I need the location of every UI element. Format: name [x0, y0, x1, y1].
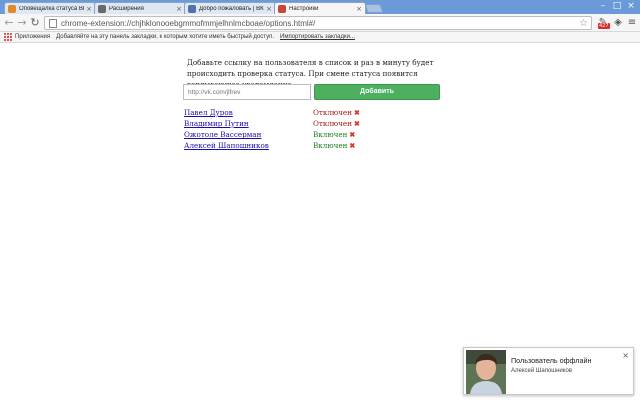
- vk-icon: [188, 4, 196, 13]
- browser-toolbar: ← → ↻ chrome-extension://chjhklonooebgmm…: [0, 14, 640, 32]
- back-icon[interactable]: ←: [2, 16, 16, 30]
- puzzle-icon: [98, 4, 106, 13]
- address-bar[interactable]: chrome-extension://chjhklonooebgmmofmmje…: [44, 16, 592, 30]
- reload-icon[interactable]: ↻: [28, 16, 42, 30]
- new-tab-button[interactable]: [364, 4, 384, 13]
- close-icon[interactable]: ×: [266, 5, 272, 13]
- tab-vk-welcome[interactable]: Добро пожаловать | ВКон ×: [184, 2, 276, 14]
- tab-favicon: [8, 4, 16, 13]
- user-link[interactable]: Алексей Шапошников: [184, 141, 269, 150]
- user-list: Павел Дуров Отключен ✖ Владимир Путин Отк…: [184, 108, 384, 152]
- profile-url-input[interactable]: [183, 84, 311, 100]
- close-icon[interactable]: ×: [176, 5, 182, 13]
- list-item: Павел Дуров Отключен ✖: [184, 108, 384, 119]
- user-link[interactable]: Владимир Путин: [184, 119, 249, 128]
- avatar-photo: [466, 350, 506, 394]
- page-icon: [49, 18, 57, 28]
- list-item: Ожотоле Вассерман Включен ✖: [184, 130, 384, 141]
- forward-icon[interactable]: →: [15, 16, 29, 30]
- status-label: Включен ✖: [313, 141, 355, 150]
- url-text[interactable]: chrome-extension://chjhklonooebgmmofmmje…: [61, 19, 579, 28]
- user-link[interactable]: Павел Дуров: [184, 108, 233, 117]
- status-label: Отключен ✖: [313, 108, 360, 117]
- tab-extensions[interactable]: Расширения ×: [94, 2, 186, 14]
- import-bookmarks-link[interactable]: Импортировать закладки...: [280, 34, 355, 40]
- bookmarks-bar: Приложения Добавляйте на эту панель закл…: [0, 32, 640, 43]
- close-icon[interactable]: ×: [356, 5, 362, 13]
- status-text: Отключен: [313, 108, 352, 117]
- remove-icon[interactable]: ✖: [354, 108, 360, 117]
- add-user-form: Добавить: [183, 84, 440, 100]
- status-text: Включен: [313, 130, 348, 139]
- status-text: Включен: [313, 141, 348, 150]
- status-label: Отключен ✖: [313, 119, 360, 128]
- maximize-icon[interactable]: □: [610, 0, 624, 12]
- close-icon[interactable]: ×: [86, 5, 92, 13]
- bookmark-star-icon[interactable]: ☆: [579, 18, 588, 29]
- menu-icon[interactable]: ≡: [626, 17, 638, 29]
- tab-title: Расширения: [109, 5, 144, 12]
- avatar: [466, 350, 506, 394]
- remove-icon[interactable]: ✖: [349, 141, 355, 150]
- settings-icon: [278, 4, 286, 13]
- apps-link[interactable]: Приложения: [15, 34, 50, 40]
- tab-strip: Оповещалка статуса ВК: з × Расширения × …: [0, 0, 640, 14]
- tab-title: Добро пожаловать | ВКон: [199, 5, 265, 12]
- user-link[interactable]: Ожотоле Вассерман: [184, 130, 261, 139]
- bookmarks-hint: Добавляйте на эту панель закладки, к кот…: [56, 34, 274, 40]
- tab-title: Оповещалка статуса ВК: з: [19, 5, 84, 12]
- close-icon[interactable]: ×: [622, 351, 629, 360]
- notification-body: Алексей Шапошников: [511, 368, 573, 374]
- remove-icon[interactable]: ✖: [349, 130, 355, 139]
- tab-status-notifier[interactable]: Оповещалка статуса ВК: з ×: [4, 2, 96, 14]
- window-close-icon[interactable]: ×: [624, 0, 638, 12]
- remove-icon[interactable]: ✖: [354, 119, 360, 128]
- minimize-icon[interactable]: –: [596, 0, 610, 12]
- tab-settings[interactable]: Настройки ×: [274, 2, 366, 14]
- add-button[interactable]: Добавить: [314, 84, 440, 100]
- notification-title: Пользователь оффлайн: [511, 356, 592, 365]
- status-text: Отключен: [313, 119, 352, 128]
- extension-badge: 427: [598, 23, 610, 29]
- apps-icon[interactable]: [4, 33, 12, 41]
- tab-title: Настройки: [289, 5, 319, 12]
- list-item: Алексей Шапошников Включен ✖: [184, 141, 384, 152]
- list-item: Владимир Путин Отключен ✖: [184, 119, 384, 130]
- extension-vk-icon[interactable]: ◈: [612, 17, 624, 29]
- status-label: Включен ✖: [313, 130, 355, 139]
- status-notification[interactable]: Пользователь оффлайн Алексей Шапошников …: [463, 347, 634, 395]
